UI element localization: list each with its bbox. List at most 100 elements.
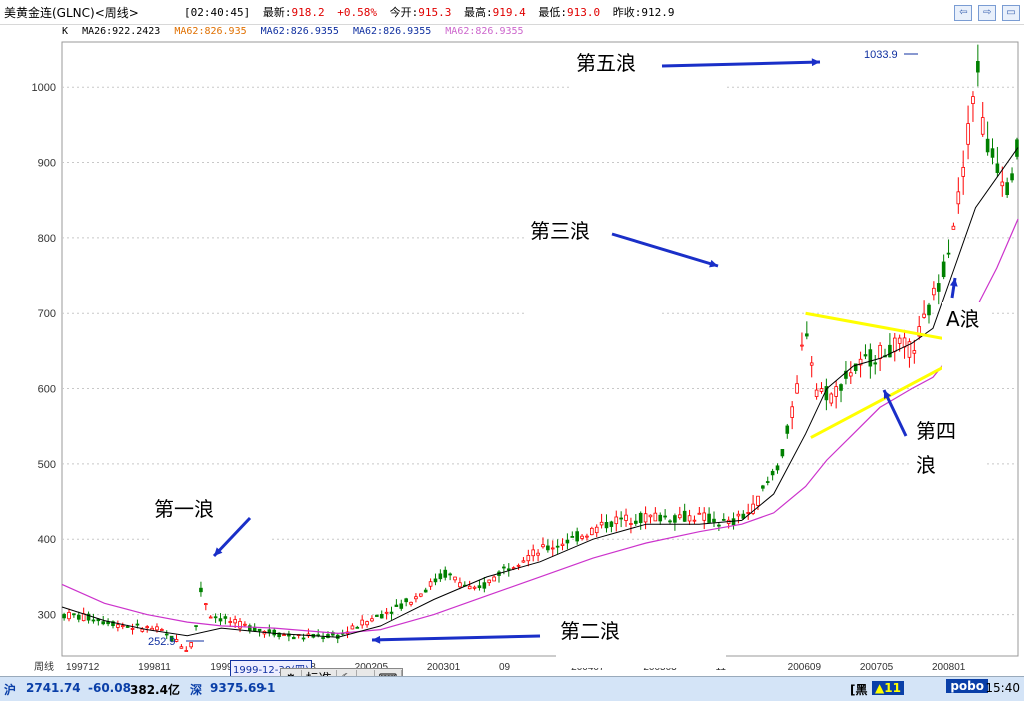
candle-body <box>961 167 965 177</box>
candle-body <box>375 614 379 617</box>
candle-body <box>1000 181 1005 187</box>
ma-indicator-bar: K MA26:922.2423 MA62:826.935 MA62:826.93… <box>62 26 532 37</box>
candle-body <box>291 637 296 640</box>
candle-body <box>213 616 218 619</box>
candle-body <box>819 388 824 392</box>
candle-body <box>399 603 404 609</box>
candle-body <box>800 344 804 347</box>
candle-body <box>526 555 531 562</box>
candle-body <box>912 350 917 354</box>
sz-change: -1 <box>262 681 276 695</box>
x-tick-label: 199811 <box>138 662 171 673</box>
candle-body <box>829 393 834 404</box>
candle-body <box>985 138 990 153</box>
candle-body <box>199 587 203 593</box>
candle-body <box>731 518 736 526</box>
candle-body <box>560 543 565 546</box>
candle-body <box>125 626 130 628</box>
candle-body <box>179 646 184 649</box>
candle-body <box>580 535 584 539</box>
candle-body <box>971 96 975 104</box>
candle-body <box>282 634 286 637</box>
candle-body <box>487 579 492 584</box>
candle-body <box>467 585 472 590</box>
candle-body <box>795 383 799 394</box>
candle-body <box>404 598 408 603</box>
candle-body <box>878 344 882 360</box>
back-icon[interactable]: ⇦ <box>954 5 973 21</box>
candle-body <box>531 549 536 557</box>
candle-body <box>482 582 487 589</box>
candle-body <box>189 642 193 648</box>
y-tick-label: 700 <box>38 308 56 320</box>
status-text-a: [黑 <box>850 683 868 697</box>
x-tick-label: 199712 <box>66 662 100 673</box>
candle-body <box>702 512 707 521</box>
candle-body <box>770 470 775 476</box>
candle-body <box>555 545 560 548</box>
candle-body <box>502 566 506 569</box>
candle-body <box>565 539 570 544</box>
candle-body <box>243 623 247 626</box>
open-price: 915.3 <box>418 6 452 19</box>
candle-body <box>599 521 604 526</box>
candle-body <box>927 304 931 316</box>
wave5-label: 第五浪 <box>576 51 636 75</box>
candle-body <box>780 449 785 457</box>
candle-body <box>550 547 555 550</box>
candle-body <box>663 515 667 518</box>
prev-label: 昨收: <box>612 6 642 19</box>
alert-count: ▲11 <box>872 681 904 695</box>
candle-body <box>472 586 477 589</box>
candle-body <box>834 386 838 397</box>
y-tick-label: 300 <box>38 610 56 622</box>
window-buttons: ⇦ ⇨ ▭ <box>952 4 1020 21</box>
restore-icon[interactable]: ▭ <box>1002 5 1020 21</box>
candle-body <box>218 618 223 622</box>
candle-body <box>145 626 149 629</box>
wave1-label: 第一浪 <box>154 497 214 521</box>
latest-price: 918.2 <box>291 6 325 19</box>
x-tick-label: 200301 <box>427 662 461 673</box>
candle-body <box>477 585 482 589</box>
candle-body <box>546 545 550 551</box>
candle-body <box>717 524 721 527</box>
candle-body <box>62 613 66 619</box>
candle-body <box>204 603 208 606</box>
candle-body <box>67 612 71 620</box>
status-bar: 沪 2741.74 -60.08 382.4亿 深 9375.69 -1 [黑 … <box>0 676 1024 701</box>
candle-body <box>272 629 277 636</box>
candle-body <box>521 560 526 563</box>
candle-body <box>756 495 760 506</box>
candle-body <box>516 564 521 567</box>
candle-body <box>746 512 750 514</box>
candle-body <box>648 514 653 518</box>
change-pct: +0.58% <box>337 6 377 19</box>
candle-body <box>536 552 540 556</box>
sh-label: 沪 <box>4 683 17 697</box>
y-tick-label: 500 <box>38 459 56 471</box>
candle-body <box>897 337 902 344</box>
candle-body <box>419 593 423 597</box>
candle-body <box>765 481 770 483</box>
high-price: 919.4 <box>492 6 526 19</box>
candle-body <box>604 522 609 529</box>
price-chart[interactable]: 300 400 500 600 700 800 900 1000 周线 199712 199811 1… <box>0 38 1024 674</box>
candle-body <box>384 611 389 614</box>
y-tick-label: 900 <box>38 158 56 170</box>
candle-body <box>634 520 638 524</box>
candle-body <box>360 619 364 626</box>
candle-body <box>790 406 794 418</box>
candle-body <box>120 625 125 628</box>
title-bar: 美黄金连(GLNC)<周线> [02:40:45] 最新:918.2 +0.58… <box>0 0 1024 25</box>
ma26-value: MA26:922.2423 <box>82 26 161 37</box>
brand-logo: pobo <box>946 679 988 693</box>
candle-body <box>677 514 682 519</box>
low-mark-label: 252.9 <box>148 636 176 648</box>
y-tick-label: 400 <box>38 534 56 546</box>
forward-icon[interactable]: ⇨ <box>978 5 997 21</box>
candle-body <box>888 344 892 358</box>
candle-body <box>409 601 413 605</box>
y-tick-label: 800 <box>38 233 56 245</box>
candle-body <box>849 372 853 377</box>
